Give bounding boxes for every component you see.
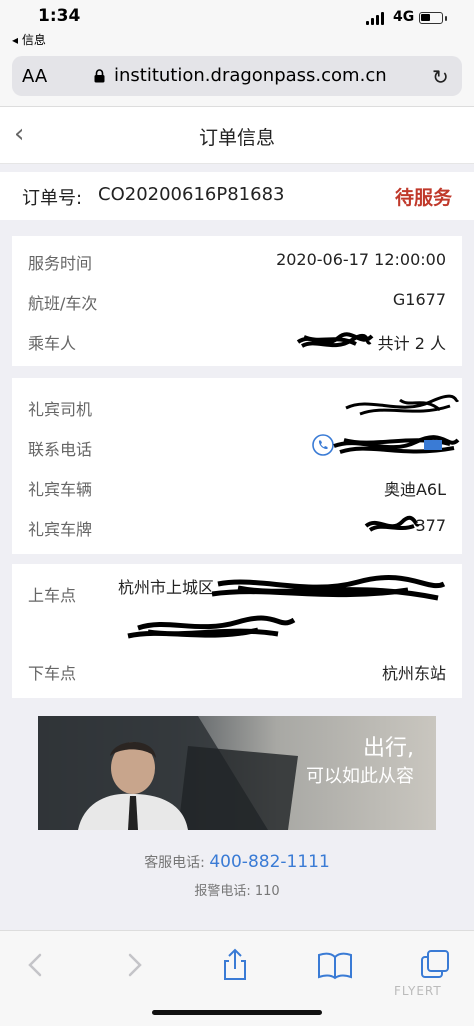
forward-arrow-icon[interactable] bbox=[114, 945, 154, 985]
pickup-label: 上车点 bbox=[28, 586, 77, 605]
redaction-scribble bbox=[296, 332, 374, 348]
tabs-icon[interactable] bbox=[416, 945, 456, 985]
order-number-label: 订单号: bbox=[22, 188, 83, 209]
status-time: 1:34 bbox=[38, 6, 81, 26]
browser-address-area: AA institution.dragonpass.com.cn ↻ bbox=[0, 50, 474, 107]
url-text[interactable]: institution.dragonpass.com.cn bbox=[114, 65, 387, 86]
license-plate-row: 礼宾车牌 377 bbox=[28, 506, 446, 546]
train-number-value: G1677 bbox=[392, 290, 446, 309]
network-type: 4G bbox=[393, 9, 415, 25]
service-time-row: 服务时间 2020-06-17 12:00:00 bbox=[28, 240, 446, 280]
service-hotline-label: 客服电话: bbox=[144, 855, 205, 871]
page-title: 订单信息 bbox=[198, 127, 275, 149]
order-number-row: 订单号: CO20200616P81683 待服务 bbox=[0, 172, 474, 220]
passenger-count: 共计 2 人 bbox=[377, 334, 446, 353]
trip-info-card: 服务时间 2020-06-17 12:00:00 航班/车次 G1677 乘车人… bbox=[12, 236, 462, 366]
driver-phone-row: 联系电话 bbox=[28, 426, 460, 466]
service-time-value: 2020-06-17 12:00:00 bbox=[276, 250, 446, 269]
driver-info-card: 礼宾司机 联系电话 礼宾车辆 奥迪A6L 礼宾车牌 377 bbox=[12, 378, 462, 554]
driver-phone-label: 联系电话 bbox=[28, 440, 93, 459]
back-arrow-icon[interactable] bbox=[16, 945, 56, 985]
back-to-app-link[interactable]: ◂ 信息 bbox=[12, 31, 46, 48]
promo-banner[interactable]: 出行, 可以如此从容 bbox=[38, 716, 436, 830]
service-hotline: 客服电话: 400-882-1111 bbox=[0, 852, 474, 872]
passenger-row: 乘车人 共计 2 人 bbox=[28, 320, 446, 360]
driver-name-label: 礼宾司机 bbox=[28, 400, 93, 419]
battery-icon bbox=[419, 12, 447, 24]
license-plate-label: 礼宾车牌 bbox=[28, 520, 93, 539]
alarm-hotline-label: 报警电话: bbox=[194, 884, 251, 899]
aa-label: AA bbox=[22, 66, 48, 87]
service-hotline-number[interactable]: 400-882-1111 bbox=[209, 852, 329, 872]
train-number-label: 航班/车次 bbox=[28, 294, 98, 313]
address-card: 上车点 杭州市上城区 下车点 杭州东站 bbox=[12, 564, 462, 698]
vehicle-model-value: 奥迪A6L bbox=[383, 480, 446, 499]
redaction-scribble bbox=[364, 515, 420, 532]
bookmarks-icon[interactable] bbox=[315, 945, 355, 985]
share-icon[interactable] bbox=[215, 945, 255, 985]
redaction-scribble bbox=[333, 435, 460, 454]
reader-options-button[interactable]: AA bbox=[22, 66, 47, 87]
vehicle-model-row: 礼宾车辆 奥迪A6L bbox=[28, 466, 446, 506]
passenger-label: 乘车人 bbox=[28, 334, 77, 353]
page-header: ‹ 订单信息 bbox=[0, 107, 474, 164]
dropoff-label: 下车点 bbox=[28, 664, 77, 683]
train-number-row: 航班/车次 G1677 bbox=[28, 280, 446, 320]
signal-icon bbox=[366, 12, 384, 25]
status-bar: 1:34 ◂ 信息 4G bbox=[0, 0, 474, 50]
driver-name-row: 礼宾司机 bbox=[28, 386, 460, 426]
redaction-scribble bbox=[345, 394, 460, 416]
reload-icon[interactable]: ↻ bbox=[432, 65, 449, 89]
address-bar[interactable]: AA institution.dragonpass.com.cn ↻ bbox=[12, 56, 462, 96]
vehicle-model-label: 礼宾车辆 bbox=[28, 480, 93, 499]
lock-icon bbox=[94, 69, 105, 83]
alarm-hotline: 报警电话: 110 bbox=[0, 880, 474, 899]
license-plate-value: 377 bbox=[415, 516, 446, 535]
service-time-label: 服务时间 bbox=[28, 254, 93, 273]
banner-headline: 出行, bbox=[363, 736, 414, 761]
redaction-scribble bbox=[127, 575, 446, 639]
banner-subheadline: 可以如此从容 bbox=[306, 766, 414, 787]
watermark-logo: FLYERT bbox=[394, 984, 442, 998]
alarm-hotline-number[interactable]: 110 bbox=[255, 884, 280, 899]
order-number-value: CO20200616P81683 bbox=[98, 184, 285, 205]
order-status-badge: 待服务 bbox=[394, 187, 452, 209]
dropoff-address: 杭州东站 bbox=[381, 664, 446, 683]
home-indicator bbox=[152, 1010, 322, 1015]
dropoff-row: 下车点 杭州东站 bbox=[28, 650, 446, 690]
